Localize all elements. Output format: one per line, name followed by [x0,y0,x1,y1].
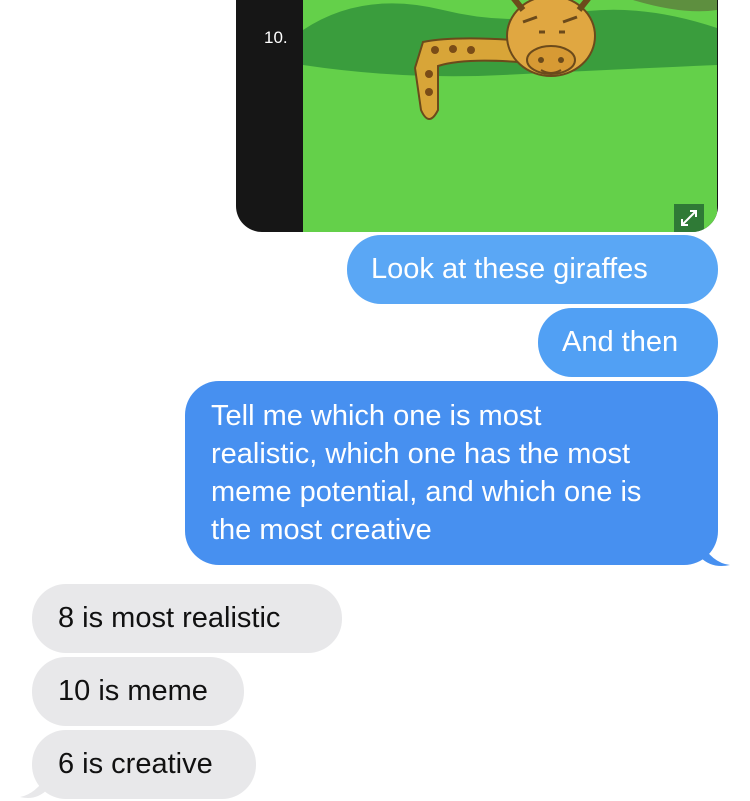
expand-arrows-icon [681,210,697,226]
image-attachment[interactable]: 10. [236,0,718,232]
message-line: realistic, which one has the most [211,438,631,470]
expand-button[interactable] [674,204,704,232]
sent-message[interactable]: Look at these giraffes [347,235,718,304]
message-line: meme potential, and which one is [211,476,642,508]
received-message[interactable]: 6 is creative [32,730,256,799]
received-message[interactable]: 8 is most realistic [32,584,342,653]
message-line: Tell me which one is most [211,400,542,432]
sent-message[interactable]: Tell me which one is most realistic, whi… [185,381,718,565]
received-bubble-tail [20,774,48,798]
giraffe-drawing-image [303,0,717,232]
message-line: the most creative [211,514,432,546]
sent-message[interactable]: And then [538,308,718,377]
sent-bubble-tail [700,541,730,566]
received-message[interactable]: 10 is meme [32,657,244,726]
image-number-label: 10. [264,28,288,47]
